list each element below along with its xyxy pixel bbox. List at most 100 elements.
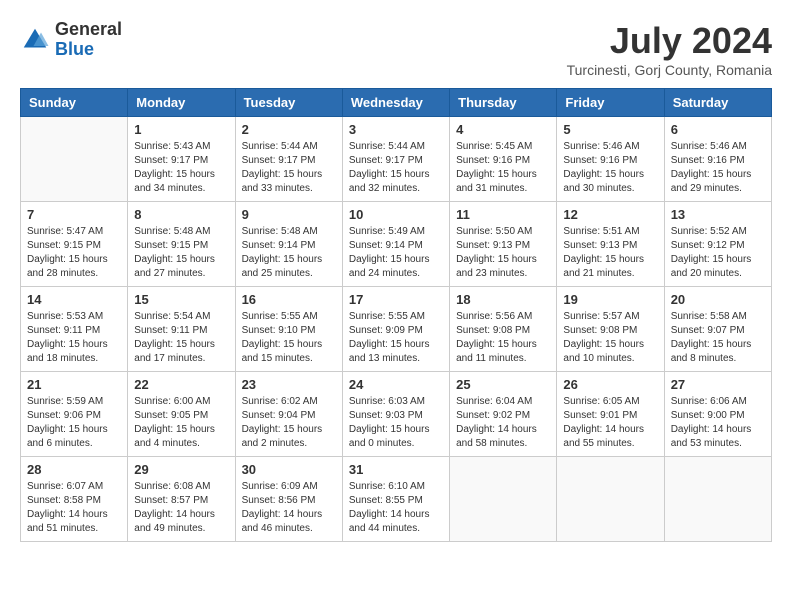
calendar-cell <box>557 457 664 542</box>
calendar-cell: 20Sunrise: 5:58 AM Sunset: 9:07 PM Dayli… <box>664 287 771 372</box>
location: Turcinesti, Gorj County, Romania <box>567 62 772 78</box>
calendar-cell <box>21 117 128 202</box>
day-info: Sunrise: 6:08 AM Sunset: 8:57 PM Dayligh… <box>134 480 228 536</box>
day-info: Sunrise: 5:49 AM Sunset: 9:14 PM Dayligh… <box>349 225 443 281</box>
calendar-cell: 9 Sunrise: 5:48 AM Sunset: 9:14 PM Daylig… <box>235 202 342 287</box>
day-info: Sunrise: 6:02 AM Sunset: 9:04 PM Dayligh… <box>242 395 336 451</box>
day-number: 4 <box>456 122 550 137</box>
day-info: Sunrise: 5:45 AM Sunset: 9:16 PM Dayligh… <box>456 140 550 196</box>
logo-general: General <box>55 20 122 40</box>
day-number: 22 <box>134 377 228 392</box>
calendar-cell: 15 Sunrise: 5:54 AM Sunset: 9:11 PM Dayli… <box>128 287 235 372</box>
column-header-tuesday: Tuesday <box>235 89 342 117</box>
day-number: 31 <box>349 462 443 477</box>
calendar-cell: 5 Sunrise: 5:46 AM Sunset: 9:16 PM Daylig… <box>557 117 664 202</box>
day-info: Sunrise: 5:54 AM Sunset: 9:11 PM Dayligh… <box>134 310 228 366</box>
day-info: Sunrise: 6:09 AM Sunset: 8:56 PM Dayligh… <box>242 480 336 536</box>
day-info: Sunrise: 5:44 AM Sunset: 9:17 PM Dayligh… <box>242 140 336 196</box>
day-number: 1 <box>134 122 228 137</box>
calendar-week-4: 21 Sunrise: 5:59 AM Sunset: 9:06 PM Dayli… <box>21 372 772 457</box>
calendar-week-3: 14Sunrise: 5:53 AM Sunset: 9:11 PM Dayli… <box>21 287 772 372</box>
day-info: Sunrise: 5:53 AM Sunset: 9:11 PM Dayligh… <box>27 310 121 366</box>
column-header-friday: Friday <box>557 89 664 117</box>
day-info: Sunrise: 5:51 AM Sunset: 9:13 PM Dayligh… <box>563 225 657 281</box>
column-header-thursday: Thursday <box>450 89 557 117</box>
day-info: Sunrise: 5:47 AM Sunset: 9:15 PM Dayligh… <box>27 225 121 281</box>
calendar-cell: 29Sunrise: 6:08 AM Sunset: 8:57 PM Dayli… <box>128 457 235 542</box>
day-info: Sunrise: 5:55 AM Sunset: 9:09 PM Dayligh… <box>349 310 443 366</box>
calendar-cell <box>450 457 557 542</box>
day-info: Sunrise: 5:50 AM Sunset: 9:13 PM Dayligh… <box>456 225 550 281</box>
day-info: Sunrise: 6:04 AM Sunset: 9:02 PM Dayligh… <box>456 395 550 451</box>
calendar-week-1: 1 Sunrise: 5:43 AM Sunset: 9:17 PM Daylig… <box>21 117 772 202</box>
calendar-cell: 30 Sunrise: 6:09 AM Sunset: 8:56 PM Dayli… <box>235 457 342 542</box>
day-number: 26 <box>563 377 657 392</box>
day-info: Sunrise: 5:43 AM Sunset: 9:17 PM Dayligh… <box>134 140 228 196</box>
logo-icon <box>20 25 50 55</box>
day-number: 17 <box>349 292 443 307</box>
title-block: July 2024 Turcinesti, Gorj County, Roman… <box>567 20 772 78</box>
day-info: Sunrise: 5:57 AM Sunset: 9:08 PM Dayligh… <box>563 310 657 366</box>
calendar-cell: 26 Sunrise: 6:05 AM Sunset: 9:01 PM Dayli… <box>557 372 664 457</box>
calendar-table: SundayMondayTuesdayWednesdayThursdayFrid… <box>20 88 772 542</box>
day-number: 13 <box>671 207 765 222</box>
day-number: 12 <box>563 207 657 222</box>
day-number: 27 <box>671 377 765 392</box>
logo-blue: Blue <box>55 40 122 60</box>
day-info: Sunrise: 5:46 AM Sunset: 9:16 PM Dayligh… <box>563 140 657 196</box>
calendar-cell: 19 Sunrise: 5:57 AM Sunset: 9:08 PM Dayli… <box>557 287 664 372</box>
day-number: 8 <box>134 207 228 222</box>
day-number: 7 <box>27 207 121 222</box>
calendar-week-2: 7 Sunrise: 5:47 AM Sunset: 9:15 PM Daylig… <box>21 202 772 287</box>
day-number: 15 <box>134 292 228 307</box>
day-number: 30 <box>242 462 336 477</box>
calendar-cell: 10 Sunrise: 5:49 AM Sunset: 9:14 PM Dayli… <box>342 202 449 287</box>
day-number: 21 <box>27 377 121 392</box>
calendar-cell: 17 Sunrise: 5:55 AM Sunset: 9:09 PM Dayli… <box>342 287 449 372</box>
day-info: Sunrise: 6:06 AM Sunset: 9:00 PM Dayligh… <box>671 395 765 451</box>
column-header-monday: Monday <box>128 89 235 117</box>
day-number: 5 <box>563 122 657 137</box>
column-header-saturday: Saturday <box>664 89 771 117</box>
day-number: 23 <box>242 377 336 392</box>
day-info: Sunrise: 5:59 AM Sunset: 9:06 PM Dayligh… <box>27 395 121 451</box>
day-info: Sunrise: 5:55 AM Sunset: 9:10 PM Dayligh… <box>242 310 336 366</box>
calendar-cell: 12 Sunrise: 5:51 AM Sunset: 9:13 PM Dayli… <box>557 202 664 287</box>
calendar-cell: 27 Sunrise: 6:06 AM Sunset: 9:00 PM Dayli… <box>664 372 771 457</box>
day-number: 19 <box>563 292 657 307</box>
calendar-cell: 22Sunrise: 6:00 AM Sunset: 9:05 PM Dayli… <box>128 372 235 457</box>
day-info: Sunrise: 5:44 AM Sunset: 9:17 PM Dayligh… <box>349 140 443 196</box>
logo: General Blue <box>20 20 122 60</box>
calendar-header: SundayMondayTuesdayWednesdayThursdayFrid… <box>21 89 772 117</box>
calendar-cell: 4 Sunrise: 5:45 AM Sunset: 9:16 PM Daylig… <box>450 117 557 202</box>
day-info: Sunrise: 6:10 AM Sunset: 8:55 PM Dayligh… <box>349 480 443 536</box>
calendar-cell: 25 Sunrise: 6:04 AM Sunset: 9:02 PM Dayli… <box>450 372 557 457</box>
calendar-cell: 24Sunrise: 6:03 AM Sunset: 9:03 PM Dayli… <box>342 372 449 457</box>
calendar-cell: 3Sunrise: 5:44 AM Sunset: 9:17 PM Daylig… <box>342 117 449 202</box>
calendar-cell: 16 Sunrise: 5:55 AM Sunset: 9:10 PM Dayli… <box>235 287 342 372</box>
day-info: Sunrise: 5:48 AM Sunset: 9:15 PM Dayligh… <box>134 225 228 281</box>
calendar-cell: 11 Sunrise: 5:50 AM Sunset: 9:13 PM Dayli… <box>450 202 557 287</box>
day-number: 11 <box>456 207 550 222</box>
calendar-week-5: 28Sunrise: 6:07 AM Sunset: 8:58 PM Dayli… <box>21 457 772 542</box>
day-number: 6 <box>671 122 765 137</box>
calendar-cell: 1 Sunrise: 5:43 AM Sunset: 9:17 PM Daylig… <box>128 117 235 202</box>
calendar-cell <box>664 457 771 542</box>
calendar-cell: 8 Sunrise: 5:48 AM Sunset: 9:15 PM Daylig… <box>128 202 235 287</box>
day-number: 9 <box>242 207 336 222</box>
day-info: Sunrise: 6:05 AM Sunset: 9:01 PM Dayligh… <box>563 395 657 451</box>
day-number: 25 <box>456 377 550 392</box>
column-header-wednesday: Wednesday <box>342 89 449 117</box>
day-info: Sunrise: 5:56 AM Sunset: 9:08 PM Dayligh… <box>456 310 550 366</box>
day-number: 10 <box>349 207 443 222</box>
calendar-cell: 7 Sunrise: 5:47 AM Sunset: 9:15 PM Daylig… <box>21 202 128 287</box>
calendar-cell: 13Sunrise: 5:52 AM Sunset: 9:12 PM Dayli… <box>664 202 771 287</box>
day-number: 16 <box>242 292 336 307</box>
day-info: Sunrise: 5:48 AM Sunset: 9:14 PM Dayligh… <box>242 225 336 281</box>
day-number: 20 <box>671 292 765 307</box>
calendar-cell: 31 Sunrise: 6:10 AM Sunset: 8:55 PM Dayli… <box>342 457 449 542</box>
calendar-body: 1 Sunrise: 5:43 AM Sunset: 9:17 PM Daylig… <box>21 117 772 542</box>
day-number: 18 <box>456 292 550 307</box>
day-info: Sunrise: 5:46 AM Sunset: 9:16 PM Dayligh… <box>671 140 765 196</box>
calendar-cell: 21 Sunrise: 5:59 AM Sunset: 9:06 PM Dayli… <box>21 372 128 457</box>
